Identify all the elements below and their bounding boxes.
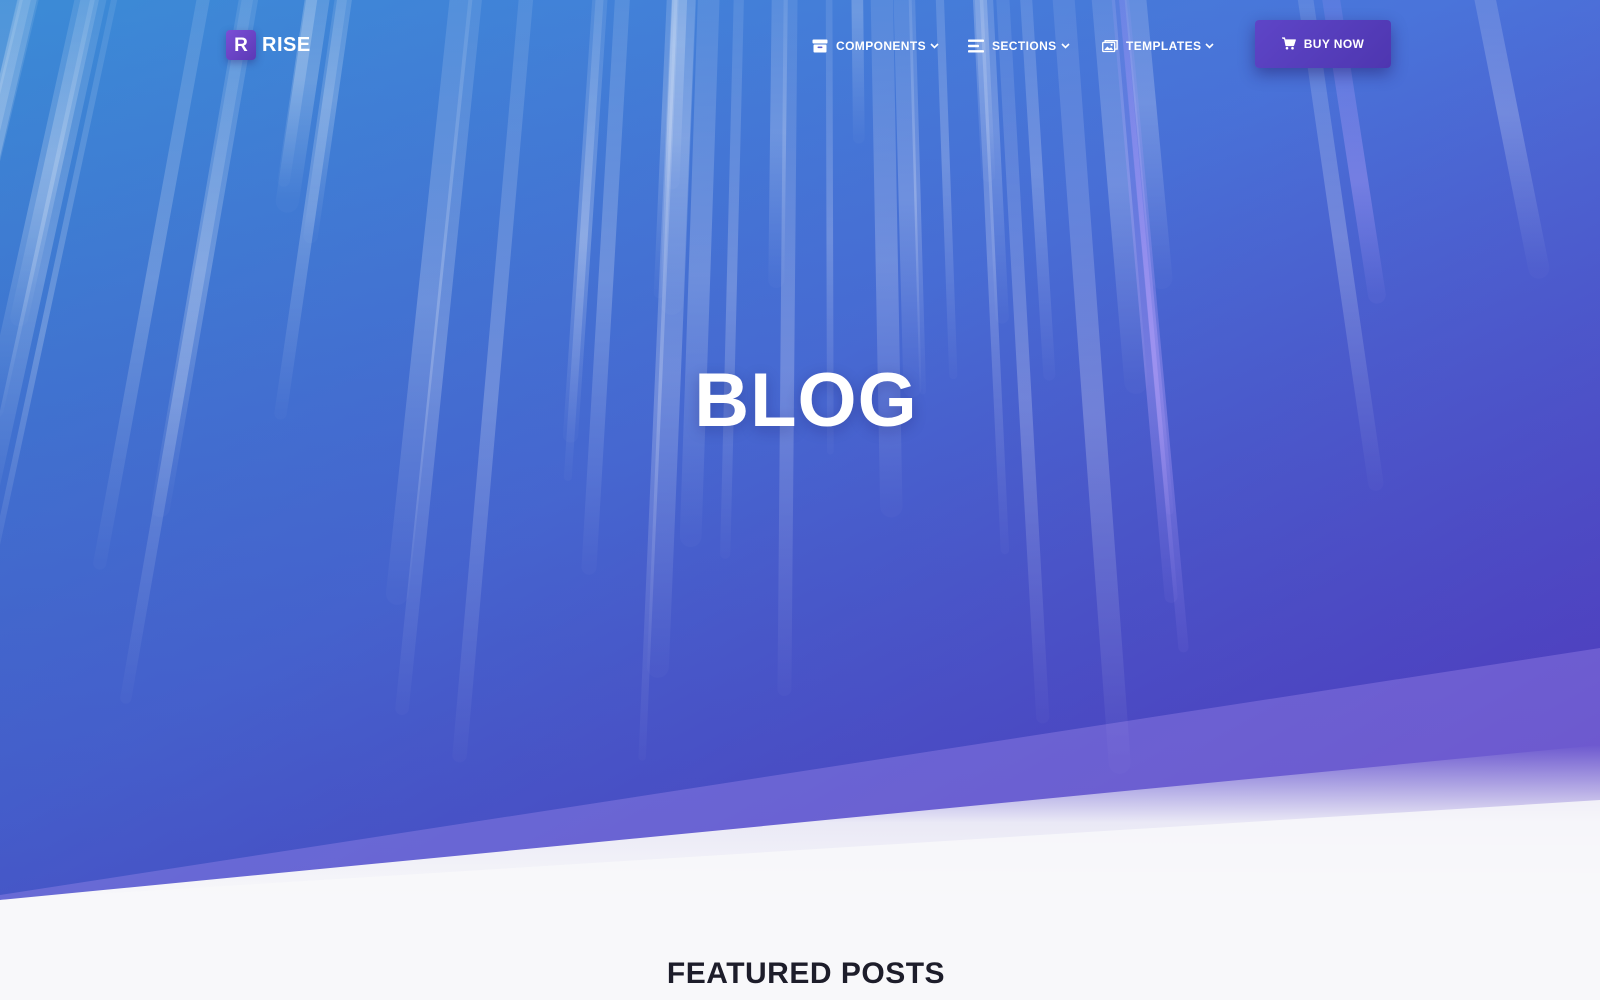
nav-sections-dropdown[interactable]: SECTIONS bbox=[968, 36, 1070, 56]
chevron-down-icon bbox=[1060, 42, 1070, 51]
nav-templates-label: TEMPLATES bbox=[1126, 39, 1202, 53]
top-navbar: R RISE COMPONENTS SECTIONS TEMPLATES BUY… bbox=[0, 0, 1600, 92]
list-icon bbox=[968, 38, 984, 54]
buy-now-label: BUY NOW bbox=[1303, 37, 1365, 51]
images-icon bbox=[1102, 38, 1118, 54]
nav-components-label: COMPONENTS bbox=[836, 39, 927, 53]
nav-sections-label: SECTIONS bbox=[992, 39, 1057, 53]
shopping-cart-icon bbox=[1281, 37, 1296, 51]
blog-page: R RISE COMPONENTS SECTIONS TEMPLATES BUY… bbox=[0, 0, 1600, 1000]
nav-components-dropdown[interactable]: COMPONENTS bbox=[812, 36, 939, 56]
nav-templates-dropdown[interactable]: TEMPLATES bbox=[1102, 36, 1214, 56]
chevron-down-icon bbox=[1205, 42, 1214, 51]
featured-posts-heading: FEATURED POSTS bbox=[666, 957, 946, 990]
hero-background-image bbox=[0, 0, 1600, 900]
brand-logo-badge: R bbox=[226, 30, 256, 60]
buy-now-button[interactable]: BUY NOW bbox=[1255, 20, 1391, 68]
brand-logo-link[interactable]: R RISE bbox=[226, 30, 311, 60]
hero-title: BLOG bbox=[694, 358, 918, 443]
chevron-down-icon bbox=[930, 42, 939, 51]
hero-section bbox=[0, 0, 1600, 900]
archive-box-icon bbox=[812, 38, 828, 54]
brand-name: RISE bbox=[262, 33, 311, 56]
